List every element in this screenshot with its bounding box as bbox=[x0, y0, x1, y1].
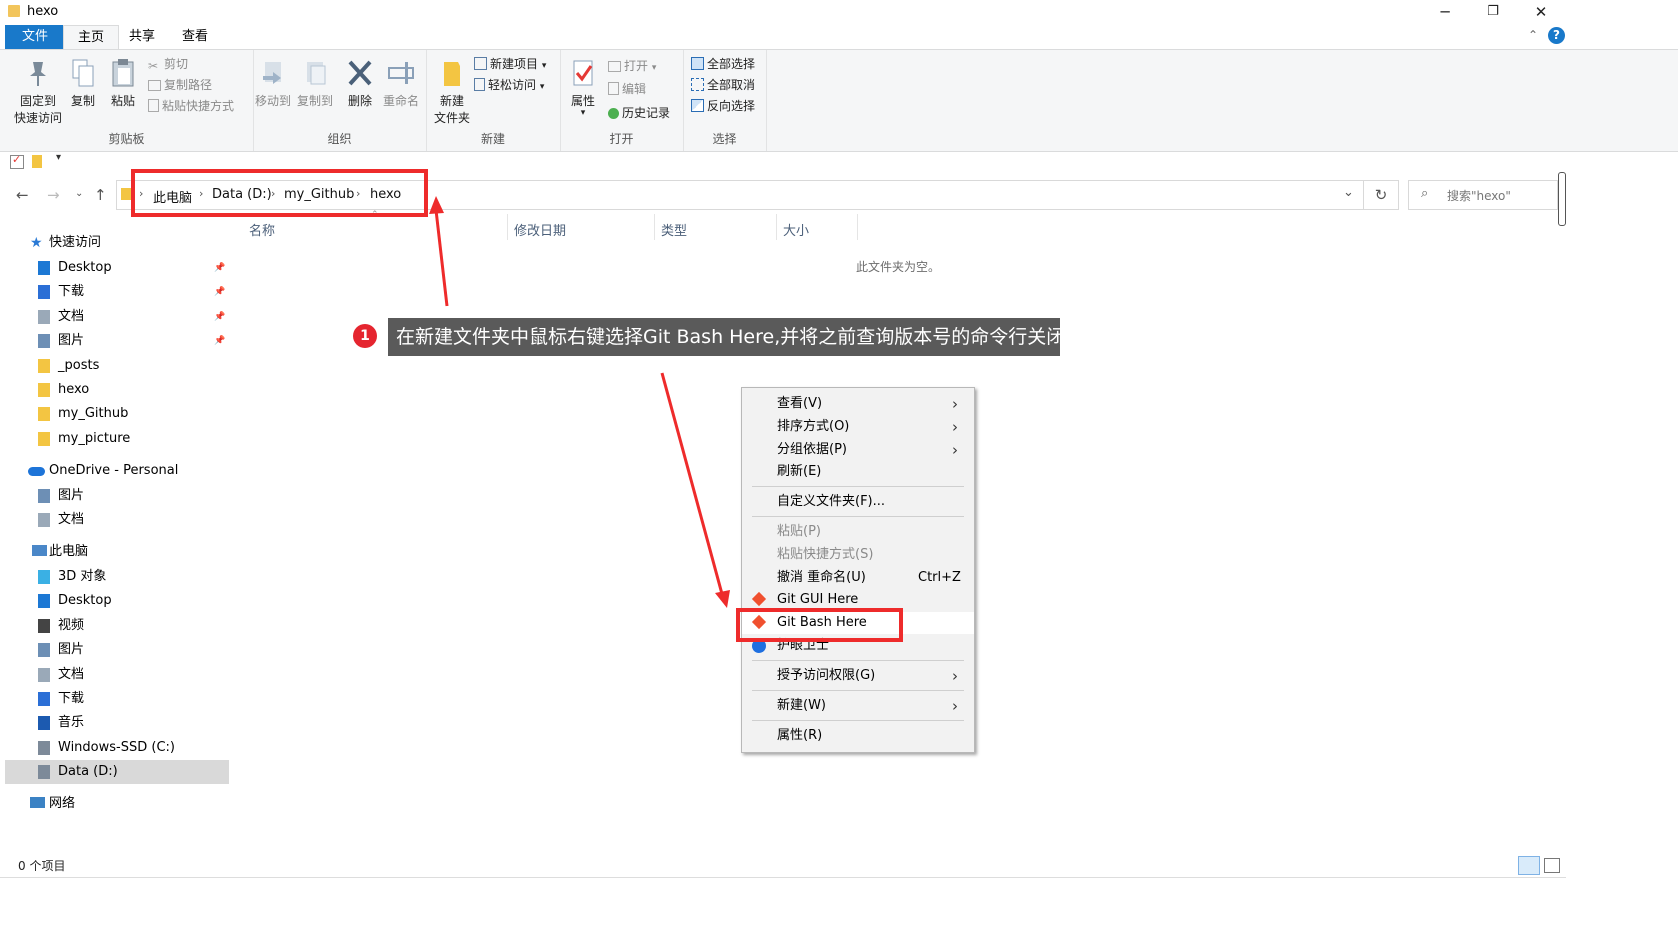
instruction-callout: 在新建文件夹中鼠标右键选择Git Bash Here,并将之前查询版本号的命令行… bbox=[388, 318, 1065, 356]
arrow-head bbox=[715, 590, 730, 608]
annotation-arrows bbox=[429, 196, 730, 608]
arrow-to-address bbox=[434, 209, 449, 307]
arrow-to-git-bash bbox=[660, 372, 724, 595]
step-badge: 1 bbox=[353, 324, 377, 348]
arrow-head bbox=[429, 196, 444, 214]
